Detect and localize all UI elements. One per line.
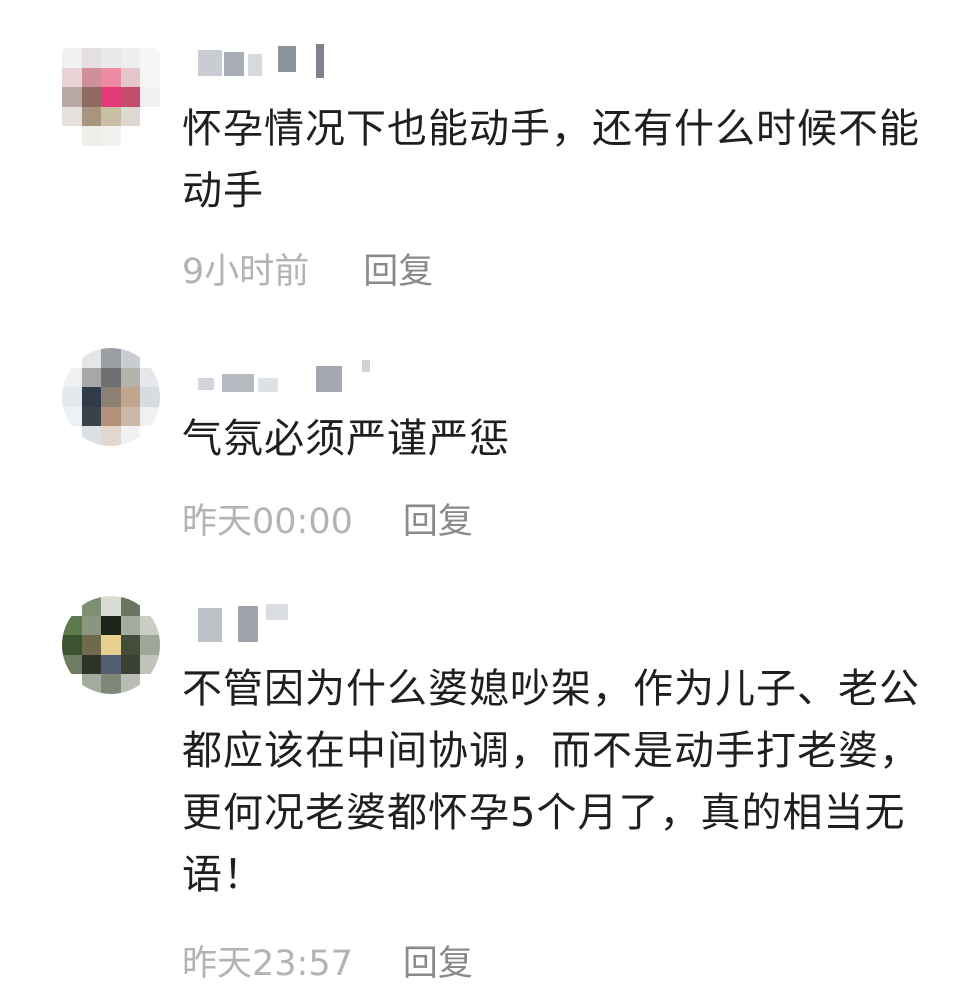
avatar-pixel	[81, 106, 102, 127]
avatar-pixel	[101, 126, 121, 146]
avatar-pixel	[62, 87, 82, 107]
avatar-pixel	[101, 615, 121, 636]
avatar-pixel	[62, 406, 82, 427]
avatar-pixel	[120, 87, 141, 107]
avatar-pixel	[140, 387, 160, 407]
avatar-pixel	[62, 126, 82, 146]
avatar-pixel	[62, 387, 82, 407]
avatar-pixel	[81, 406, 102, 427]
avatar-pixel	[120, 615, 141, 636]
avatar-pixel	[140, 654, 160, 675]
avatar-pixel	[62, 635, 82, 655]
avatar[interactable]	[62, 48, 160, 146]
avatar-pixel	[101, 635, 121, 655]
avatar-pixel	[120, 635, 141, 655]
avatar-pixel	[101, 67, 121, 88]
avatar-pixel	[81, 426, 102, 446]
avatar-pixel	[81, 87, 102, 107]
avatar[interactable]	[62, 596, 160, 694]
avatar-pixel	[62, 106, 82, 127]
avatar-pixel	[120, 367, 141, 388]
comment-text: 不管因为什么婆媳吵架，作为儿子、老公都应该在中间协调，而不是动手打老婆，更何况老…	[182, 666, 920, 898]
avatar-pixel	[101, 674, 121, 694]
avatar-pixel	[62, 367, 82, 388]
avatar-pixel	[140, 348, 160, 368]
username-blurred[interactable]	[186, 360, 386, 396]
avatar-pixel	[101, 87, 121, 107]
avatar-pixel	[81, 674, 102, 694]
avatar-pixel	[81, 387, 102, 407]
avatar-pixel	[120, 387, 141, 407]
avatar[interactable]	[62, 348, 160, 446]
avatar-pixel	[120, 674, 141, 694]
avatar-pixel	[120, 348, 141, 368]
avatar-pixel	[81, 654, 102, 675]
avatar-pixel	[81, 635, 102, 655]
avatar-pixel	[62, 426, 82, 446]
avatar-pixel	[81, 126, 102, 146]
avatar-pixel	[81, 48, 102, 68]
username-blurred[interactable]	[186, 42, 346, 78]
avatar-pixel	[62, 654, 82, 675]
avatar-pixel	[101, 596, 121, 616]
avatar-pixel	[140, 367, 160, 388]
username-blurred[interactable]	[186, 600, 346, 642]
avatar-pixel	[140, 106, 160, 127]
reply-button[interactable]: 回复	[363, 243, 433, 294]
comment-text: 气氛必须严谨严惩	[182, 416, 510, 462]
avatar-pixel	[140, 67, 160, 88]
avatar-pixel	[101, 426, 121, 446]
comment-meta: 昨天23:57 回复	[182, 935, 473, 986]
comment-time: 9小时前	[182, 252, 310, 292]
comment-time: 昨天23:57	[182, 944, 353, 984]
avatar-pixel	[62, 48, 82, 68]
avatar-pixel	[101, 387, 121, 407]
avatar-pixel	[81, 367, 102, 388]
avatar-pixel	[101, 106, 121, 127]
avatar-pixel	[140, 635, 160, 655]
comment-meta: 9小时前 回复	[182, 243, 433, 294]
avatar-pixel	[101, 367, 121, 388]
avatar-pixel	[120, 596, 141, 616]
avatar-pixel	[81, 615, 102, 636]
avatar-pixel	[101, 48, 121, 68]
reply-button[interactable]: 回复	[403, 493, 473, 544]
avatar-pixel	[120, 48, 141, 68]
avatar-pixel	[101, 654, 121, 675]
comment-meta: 昨天00:00 回复	[182, 493, 473, 544]
avatar-pixel	[120, 67, 141, 88]
avatar-pixel	[140, 126, 160, 146]
avatar-pixel	[140, 674, 160, 694]
avatar-pixel	[62, 615, 82, 636]
avatar-pixel	[62, 67, 82, 88]
avatar-pixel	[120, 106, 141, 127]
avatar-pixel	[120, 654, 141, 675]
avatar-pixel	[62, 674, 82, 694]
avatar-pixel	[140, 406, 160, 427]
comment-time: 昨天00:00	[182, 502, 353, 542]
avatar-pixel	[140, 426, 160, 446]
avatar-pixel	[62, 596, 82, 616]
avatar-pixel	[120, 426, 141, 446]
avatar-pixel	[81, 348, 102, 368]
avatar-pixel	[81, 596, 102, 616]
avatar-pixel	[120, 126, 141, 146]
avatar-pixel	[81, 67, 102, 88]
avatar-pixel	[101, 348, 121, 368]
reply-button[interactable]: 回复	[403, 935, 473, 986]
avatar-pixel	[140, 87, 160, 107]
avatar-pixel	[62, 348, 82, 368]
avatar-pixel	[140, 596, 160, 616]
avatar-pixel	[140, 48, 160, 68]
avatar-pixel	[120, 406, 141, 427]
avatar-pixel	[101, 406, 121, 427]
comment-text: 怀孕情况下也能动手，还有什么时候不能动手	[182, 106, 920, 214]
avatar-pixel	[140, 615, 160, 636]
